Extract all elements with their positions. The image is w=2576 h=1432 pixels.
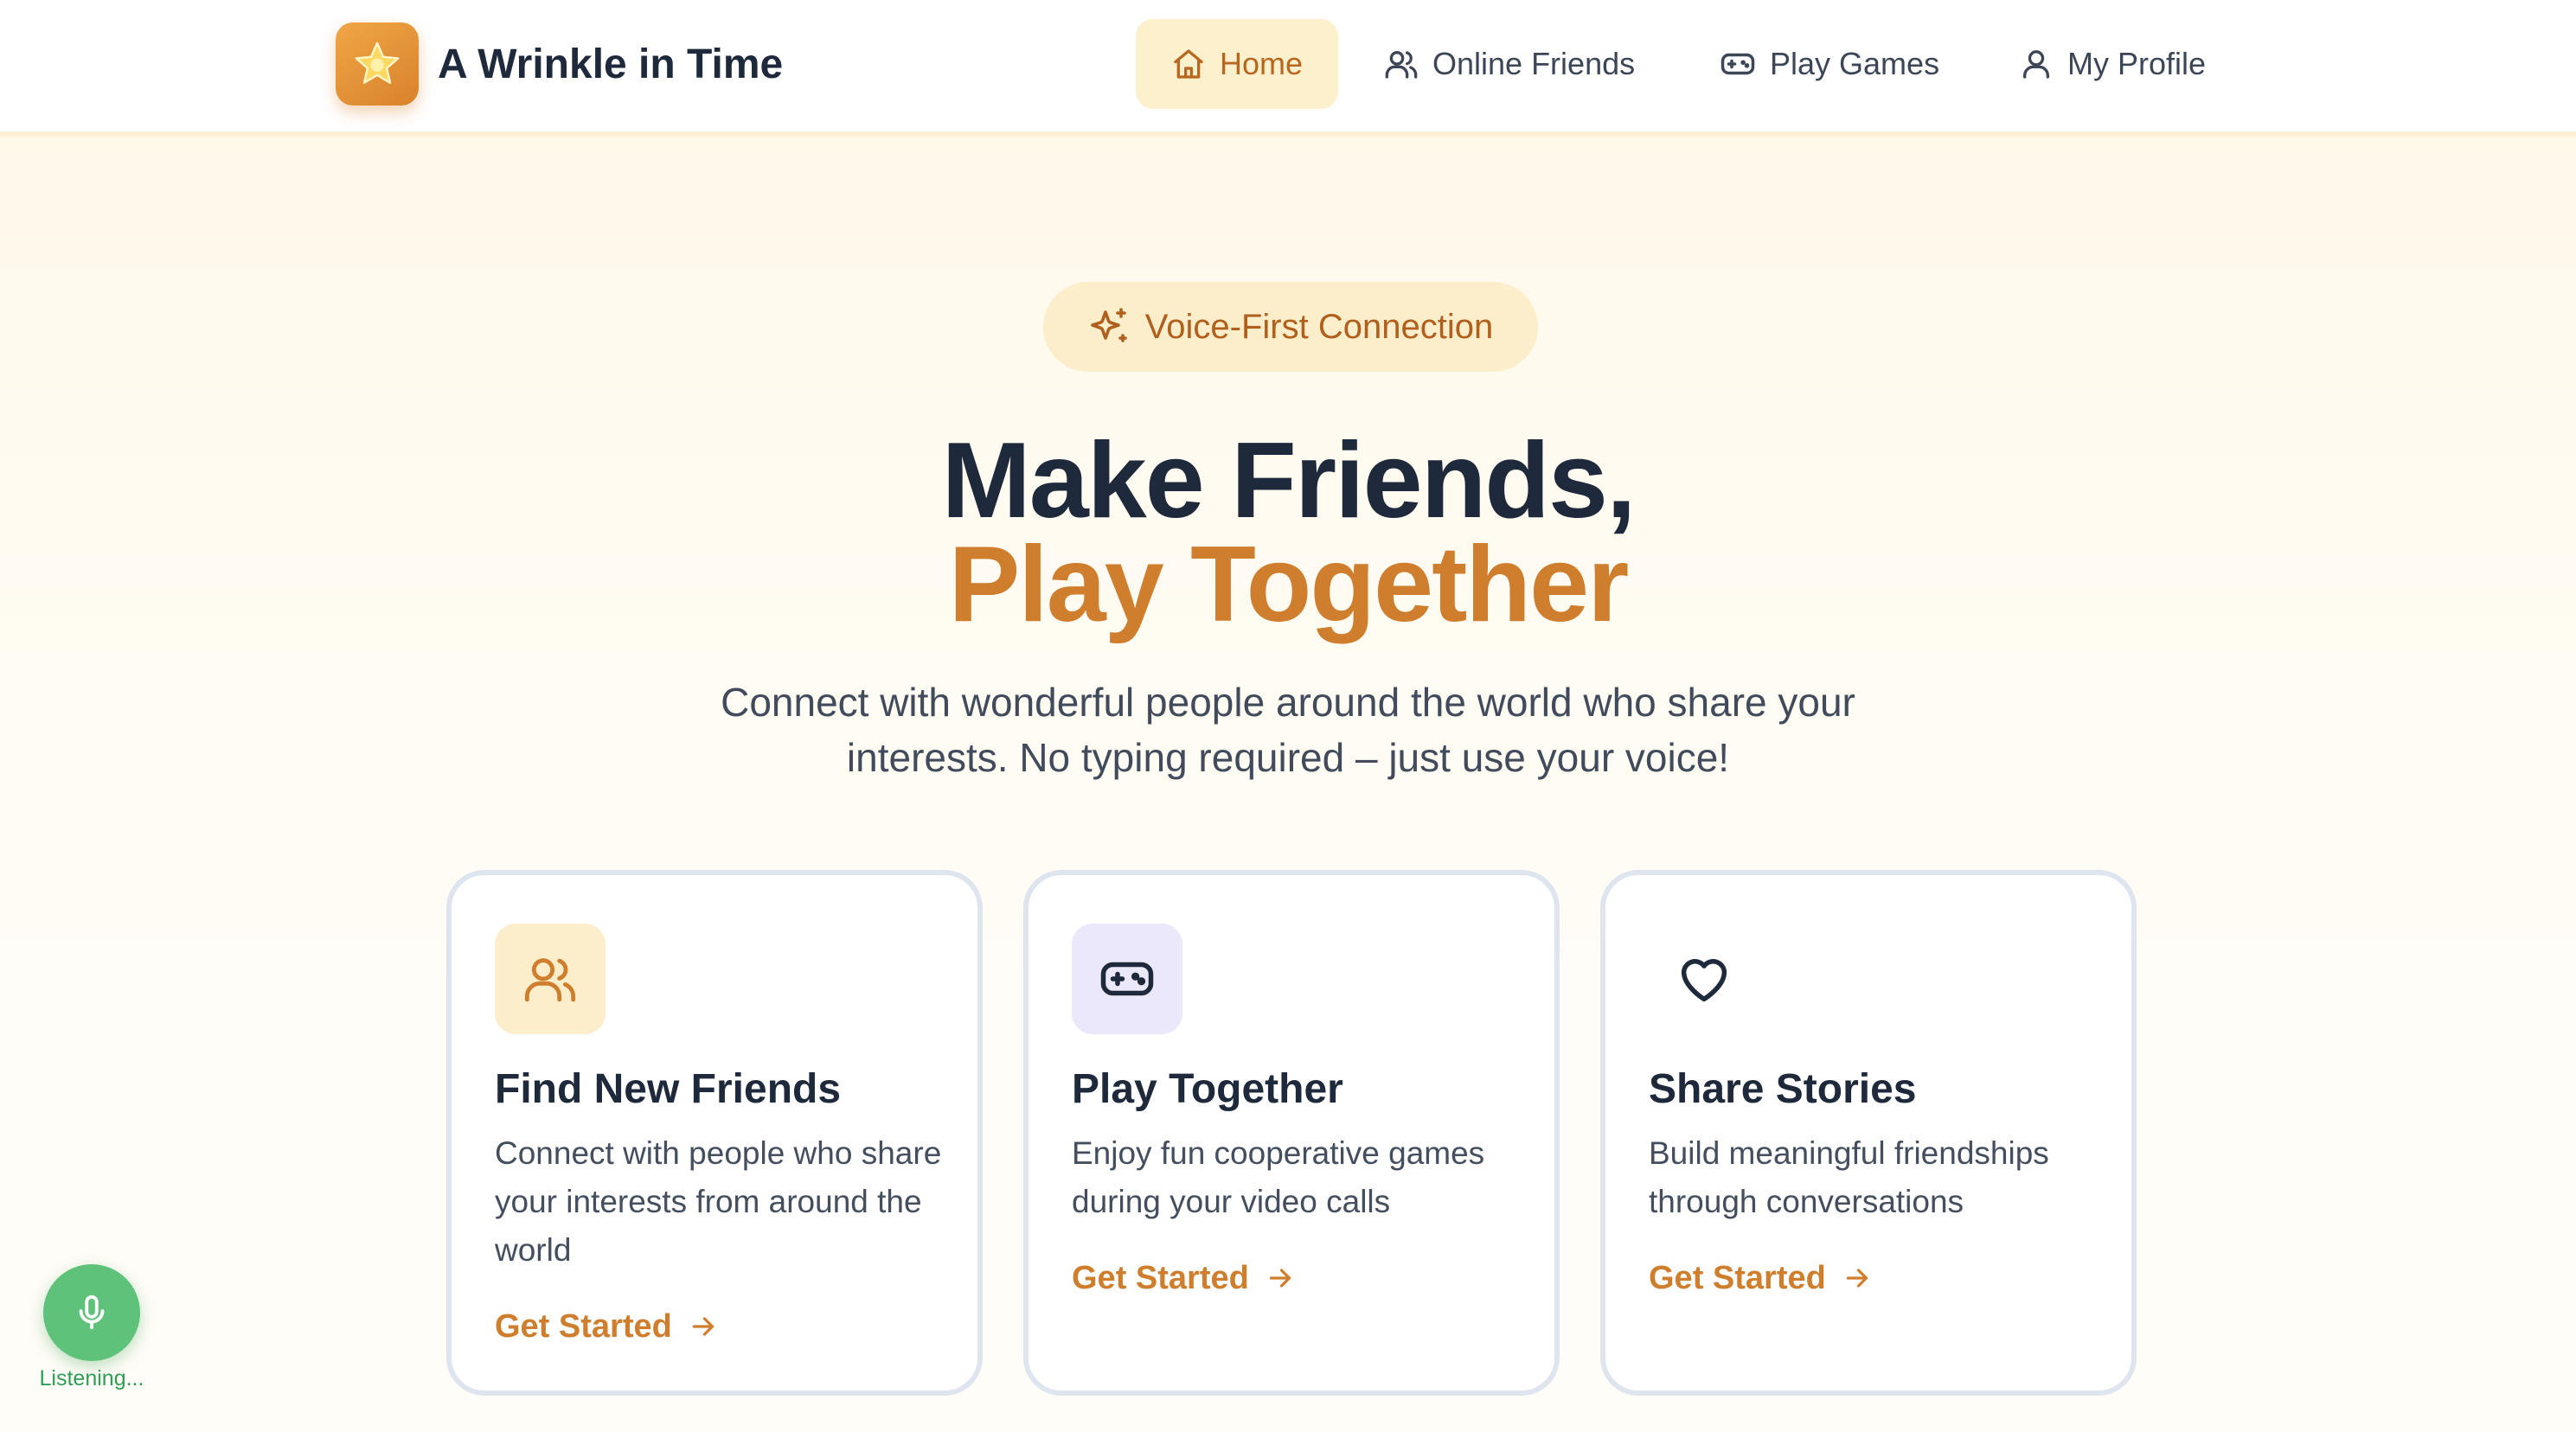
- card-title: Share Stories: [1649, 1066, 1917, 1112]
- user-icon: [2019, 47, 2054, 81]
- feature-card-play-together[interactable]: Play Together Enjoy fun cooperative game…: [1023, 870, 1560, 1396]
- hero-headline-line2: Play Together: [948, 525, 1630, 644]
- nav-home-label: Home: [1219, 46, 1304, 81]
- nav-my-profile[interactable]: My Profile: [2019, 19, 2206, 109]
- arrow-right-icon: [688, 1311, 719, 1342]
- arrow-right-icon: [1265, 1263, 1296, 1294]
- star-icon: [355, 42, 400, 84]
- get-started-label: Get Started: [1072, 1260, 1249, 1296]
- get-started-link[interactable]: Get Started: [1072, 1254, 1296, 1302]
- feature-card-share-stories[interactable]: Share Stories Build meaningful friendshi…: [1600, 870, 2137, 1396]
- hero-headline-line1: Make Friends,: [941, 421, 1637, 540]
- get-started-label: Get Started: [1649, 1260, 1826, 1296]
- users-icon: [495, 924, 606, 1034]
- gamepad-icon: [1072, 924, 1182, 1034]
- get-started-link[interactable]: Get Started: [1649, 1254, 1873, 1302]
- card-title: Find New Friends: [495, 1066, 842, 1112]
- card-title: Play Together: [1072, 1066, 1343, 1112]
- sparkles-icon: [1088, 306, 1130, 348]
- nav-home[interactable]: Home: [1136, 19, 1338, 109]
- home-icon: [1171, 47, 1206, 81]
- voice-first-badge: Voice-First Connection: [1043, 282, 1538, 372]
- hero-subtitle: Connect with wonderful people around the…: [721, 680, 1855, 780]
- users-icon: [1384, 47, 1419, 81]
- nav-play-games[interactable]: Play Games: [1720, 19, 1939, 109]
- listening-status: Listening...: [39, 1366, 144, 1390]
- voice-mic-button[interactable]: [43, 1264, 140, 1361]
- microphone-icon: [79, 1295, 105, 1330]
- app-title[interactable]: A Wrinkle in Time: [438, 35, 783, 95]
- heart-icon: [1649, 924, 1759, 1034]
- app-logo[interactable]: [336, 22, 419, 105]
- get-started-label: Get Started: [495, 1308, 672, 1345]
- badge-label: Voice-First Connection: [1144, 307, 1494, 346]
- gamepad-icon: [1720, 46, 1756, 82]
- card-description: Connect with people who share your inter…: [495, 1135, 942, 1268]
- get-started-link[interactable]: Get Started: [495, 1302, 719, 1351]
- feature-card-find-friends[interactable]: Find New Friends Connect with people who…: [446, 870, 983, 1396]
- top-navigation-bar: A Wrinkle in Time Home Online Friends Pl…: [0, 0, 2576, 137]
- nav-online-friends[interactable]: Online Friends: [1384, 19, 1635, 109]
- nav-online-friends-label: Online Friends: [1432, 46, 1636, 81]
- nav-my-profile-label: My Profile: [2067, 46, 2207, 81]
- card-description: Enjoy fun cooperative games during your …: [1072, 1135, 1485, 1219]
- nav-play-games-label: Play Games: [1770, 46, 1940, 81]
- card-description: Build meaningful friendships through con…: [1649, 1135, 2049, 1219]
- arrow-right-icon: [1842, 1263, 1873, 1294]
